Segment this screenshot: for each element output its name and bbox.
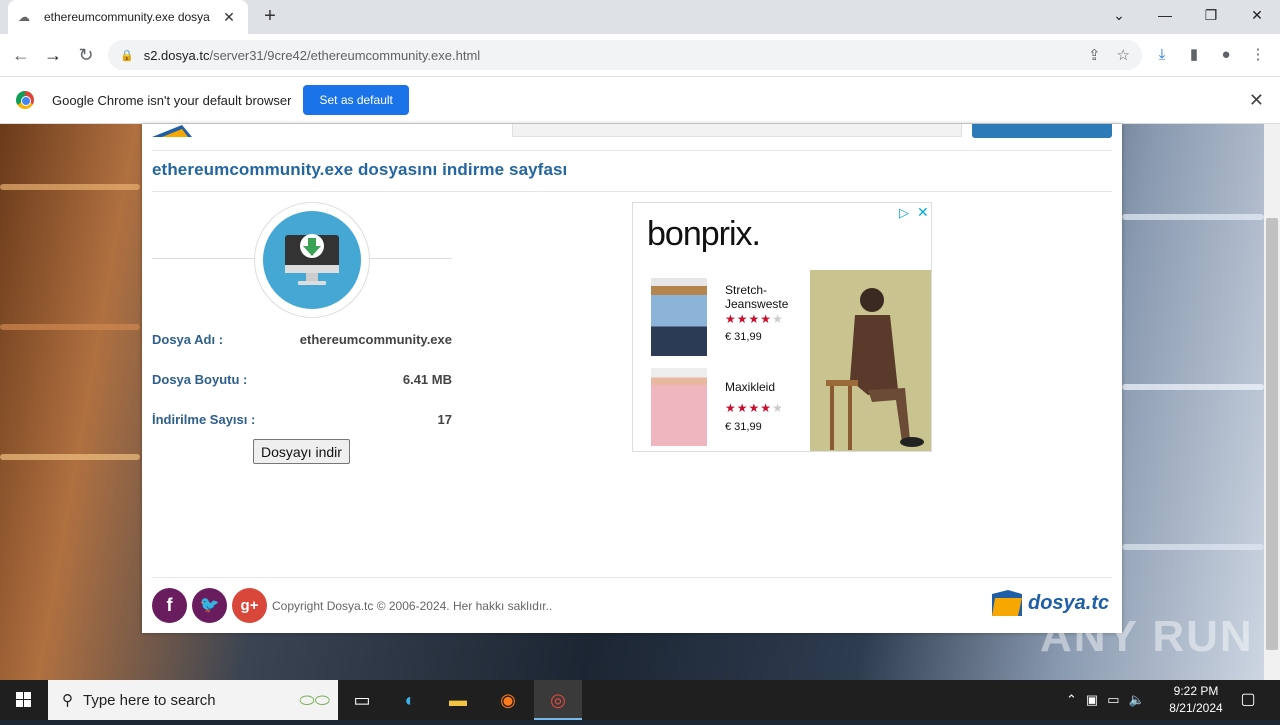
network-icon[interactable]: ▭ [1107,692,1128,707]
system-tray[interactable]: ⌃▣▭🔈 [1066,680,1166,720]
search-placeholder: Type here to search [83,691,216,709]
page-title: ethereumcommunity.exe dosyasını indirme … [152,160,568,179]
file-explorer-icon[interactable]: ▬ [434,680,482,720]
task-view-icon[interactable]: ▭ [338,680,386,720]
facebook-icon[interactable]: f [152,588,187,623]
twitter-icon[interactable]: 🐦 [192,588,227,623]
url-path: /server31/9cre42/ethereumcommunity.exe.h… [209,47,481,63]
notification-icon[interactable]: ▢ [1236,680,1260,720]
divider [152,191,1112,192]
nav-menu-cropped[interactable] [512,124,962,137]
ad-brand-logo: bonprix. [647,215,761,253]
anyrun-watermark: ANY RUN [1040,612,1254,661]
adchoices-icon[interactable]: ▷ [899,205,909,221]
download-monitor-icon [254,202,370,318]
back-icon[interactable]: ← [8,42,34,68]
taskbar-search[interactable]: ⚲ Type here to search ⬭⬭ [48,680,338,720]
star-filled-icon: ★ [736,312,749,326]
tab-active[interactable]: ☁ ethereumcommunity.exe dosya ✕ [8,0,248,34]
default-browser-infobar: Google Chrome isn't your default browser… [0,76,1280,124]
menu-icon[interactable]: ⋮ [1246,44,1270,66]
chrome-taskbar-icon[interactable]: ◎ [534,680,582,720]
tab-close-icon[interactable]: ✕ [220,9,238,26]
star-filled-icon: ★ [725,312,737,326]
google-plus-icon[interactable]: g+ [232,588,267,623]
ad-close-icon[interactable]: ✕ [917,204,929,221]
tab-title: ethereumcommunity.exe dosya [44,10,210,24]
taskbar-clock[interactable]: 9:22 PM 8/21/2024 [1166,683,1226,717]
product-price: € 31,99 [725,331,762,343]
star-filled-icon: ★ [748,312,761,326]
divider [152,150,1112,151]
volume-icon[interactable]: 🔈 [1129,692,1154,707]
share-icon[interactable]: ⇪ [1088,46,1101,64]
product-rating: ★★★★★ [725,401,784,415]
divider [152,577,1112,578]
new-tab-button[interactable]: + [258,6,282,28]
clock-date: 8/21/2024 [1169,701,1223,715]
url-host: s2.dosya.tc [143,47,210,63]
star-filled-icon: ★ [748,401,761,415]
chrome-logo-icon [16,91,34,109]
address-bar[interactable]: 🔒 s2.dosya.tc /server31/9cre42/ethereumc… [108,40,1142,70]
download-file-button[interactable]: Dosyayı indir [253,439,350,464]
scrollbar-thumb[interactable] [1266,218,1278,650]
file-size-value: 6.41 MB [402,372,452,387]
infobar-message: Google Chrome isn't your default browser [52,92,292,108]
model-photo[interactable] [810,270,931,451]
star-filled-icon: ★ [736,401,749,415]
copyright-text: Copyright Dosya.tc © 2006-2024. Her hakk… [272,599,553,613]
product-price: € 31,99 [725,421,762,433]
tray-chevron-icon[interactable]: ⌃ [1066,692,1086,707]
star-empty-icon: ★ [772,401,784,415]
firefox-icon[interactable]: ◉ [484,680,532,720]
clock-time: 9:22 PM [1173,684,1219,698]
star-filled-icon: ★ [725,401,737,415]
close-window-button[interactable]: ✕ [1234,0,1280,30]
infobar-close-icon[interactable]: ✕ [1249,90,1264,111]
set-as-default-button[interactable]: Set as default [303,85,409,115]
start-button[interactable] [0,680,48,720]
profile-avatar-icon[interactable]: ● [1214,44,1238,66]
search-icon: ⚲ [62,692,73,709]
advertisement[interactable]: bonprix. ▷ ✕ Stretch-Jeansweste ★★★★★ € … [632,202,932,452]
product-name[interactable]: Stretch-Jeansweste [725,283,805,311]
forward-icon[interactable]: → [40,42,66,68]
star-filled-icon: ★ [760,312,773,326]
tray-app-icon[interactable]: ▣ [1086,692,1107,707]
reload-icon[interactable]: ↻ [73,42,99,68]
minimize-button[interactable]: — [1142,0,1188,30]
star-filled-icon: ★ [760,401,773,415]
side-panel-icon[interactable]: ▮ [1182,44,1206,66]
tab-search-icon[interactable]: ⌄ [1096,0,1142,30]
favicon-icon: ☁ [18,10,30,24]
download-count-value: 17 [437,412,452,427]
restore-button[interactable]: ❐ [1188,0,1234,30]
product-rating: ★★★★★ [725,312,784,326]
product-image[interactable] [651,278,707,356]
edge-icon[interactable]: ◐ [386,680,434,720]
upload-button-cropped[interactable] [972,124,1112,138]
search-highlight-icon: ⬭⬭ [299,689,330,710]
lock-icon: 🔒 [120,49,134,62]
product-image[interactable] [651,368,707,446]
product-name[interactable]: Maxikleid [725,380,805,394]
site-logo-cropped[interactable] [152,124,232,137]
file-name-value: ethereumcommunity.exe [299,332,452,347]
downloads-icon[interactable]: ⤓ [1150,44,1174,66]
star-empty-icon: ★ [772,312,784,326]
bookmark-star-icon[interactable]: ☆ [1117,46,1130,64]
